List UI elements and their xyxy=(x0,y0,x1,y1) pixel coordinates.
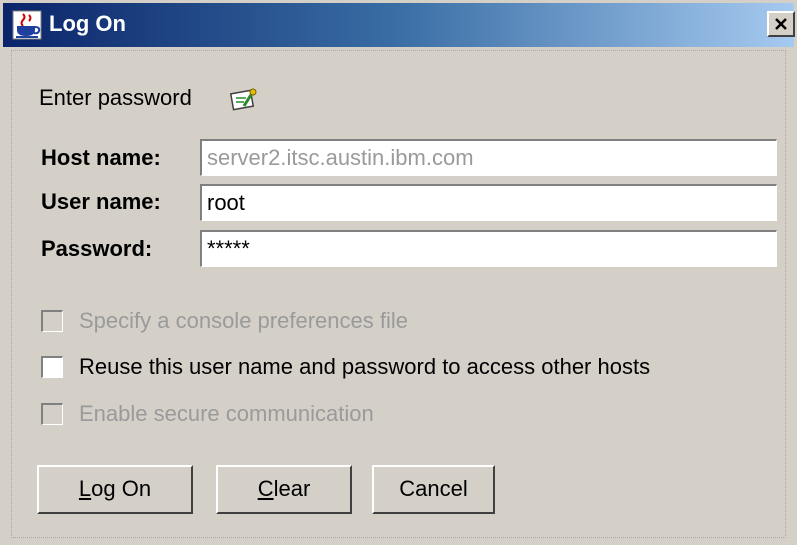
secure-communication-checkbox xyxy=(41,403,63,425)
close-icon xyxy=(775,18,787,30)
password-label: Password: xyxy=(41,236,153,261)
enter-password-prompt: Enter password xyxy=(39,85,192,110)
console-preferences-checkbox xyxy=(41,310,63,332)
clear-button[interactable]: Clear xyxy=(216,465,352,514)
title-bar[interactable]: Log On xyxy=(3,3,795,47)
window-title: Log On xyxy=(49,11,126,36)
user-name-label: User name: xyxy=(41,189,161,214)
console-preferences-label: Specify a console preferences file xyxy=(79,308,408,333)
logon-dialog: Log On Enter password Host name: User na… xyxy=(0,0,797,545)
clear-label: lear xyxy=(273,476,311,501)
password-field[interactable] xyxy=(200,230,777,267)
cancel-button[interactable]: Cancel xyxy=(372,465,495,514)
host-name-field xyxy=(200,139,777,176)
log-on-label: og On xyxy=(91,476,152,501)
clear-mnemonic: C xyxy=(257,476,274,501)
reuse-credentials-label[interactable]: Reuse this user name and password to acc… xyxy=(79,354,650,380)
cancel-label: Cancel xyxy=(399,476,468,501)
user-name-field[interactable] xyxy=(200,184,777,221)
reuse-credentials-checkbox[interactable] xyxy=(41,356,63,378)
close-button[interactable] xyxy=(767,11,795,37)
key-certificate-icon xyxy=(230,88,257,111)
host-name-label: Host name: xyxy=(41,145,161,170)
java-coffee-cup-icon xyxy=(12,10,42,40)
log-on-button[interactable]: Log On xyxy=(37,465,193,514)
secure-communication-label: Enable secure communication xyxy=(79,401,374,426)
log-on-mnemonic: L xyxy=(78,476,92,501)
